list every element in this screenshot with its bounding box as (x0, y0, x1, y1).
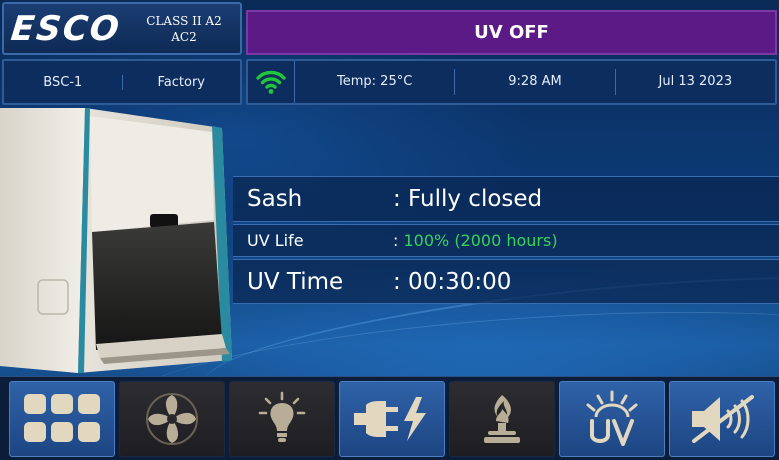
cabinet-class-label: CLASS II A2 AC2 (128, 13, 240, 45)
uv-status-screen: ESCO CLASS II A2 AC2 UV OFF BSC-1 Factor… (0, 0, 779, 460)
menu-grid-icon (24, 393, 100, 442)
clock-date: Jul 13 2023 (614, 69, 775, 95)
uv-life-value: 100% (2000 hours) (403, 231, 558, 250)
uv-lamp-icon (586, 390, 638, 446)
clock-time: 9:28 AM (454, 69, 614, 95)
fan-button[interactable] (119, 380, 225, 457)
gas-burner-button[interactable] (449, 380, 555, 457)
brand-header: ESCO CLASS II A2 AC2 (2, 2, 242, 55)
uv-life-row: UV Life : 100% (2000 hours) (233, 224, 779, 257)
uv-life-colon: : (393, 231, 399, 250)
uv-lamp-button[interactable] (559, 380, 665, 457)
operating-mode: Factory (121, 74, 241, 90)
uv-time-value: : 00:30:00 (393, 268, 512, 295)
sash-status-row: Sash : Fully closed (233, 176, 779, 222)
system-info-bar: Temp: 25°C 9:28 AM Jul 13 2023 (246, 59, 777, 105)
biosafety-cabinet-illustration (0, 108, 232, 373)
cabinet-class-line2: AC2 (171, 29, 197, 44)
esco-logo: ESCO (9, 8, 123, 49)
cabinet-class-line1: CLASS II A2 (146, 13, 222, 28)
wifi-status[interactable] (248, 61, 295, 103)
power-outlet-button[interactable] (339, 380, 445, 457)
device-name: BSC-1 (43, 74, 83, 90)
uv-time-label: UV Time (247, 268, 344, 295)
uv-time-row: UV Time : 00:30:00 (233, 259, 779, 304)
light-button[interactable] (229, 380, 335, 457)
uv-life-label: UV Life (247, 231, 304, 250)
sash-value: : Fully closed (393, 186, 543, 212)
gas-burner-icon (484, 394, 520, 443)
bottom-toolbar (0, 376, 779, 460)
uv-status-banner: UV OFF (246, 10, 777, 55)
fan-icon (146, 392, 198, 445)
mute-alarm-button[interactable] (669, 380, 775, 457)
device-id-bar: BSC-1 Factory (2, 59, 242, 105)
sash-label: Sash (247, 186, 303, 212)
temperature-readout: Temp: 25°C (337, 74, 413, 89)
uv-life-value-wrap: : 100% (2000 hours) (393, 231, 779, 250)
light-bulb-icon (258, 391, 306, 442)
mute-alarm-icon (692, 394, 754, 443)
power-outlet-icon (354, 396, 426, 441)
menu-button[interactable] (9, 380, 115, 457)
wifi-icon (256, 70, 286, 94)
